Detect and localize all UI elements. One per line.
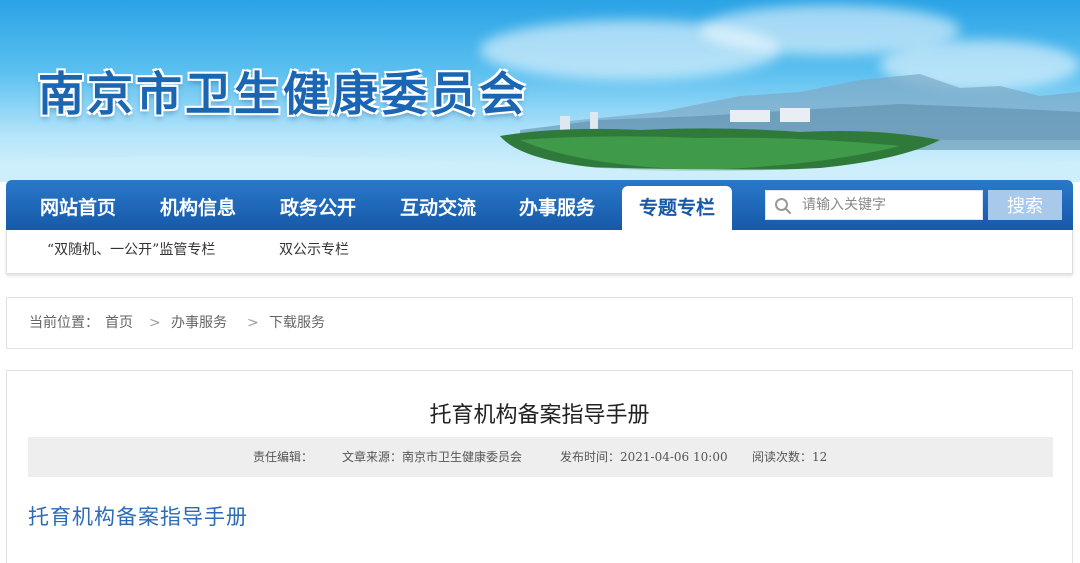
search-icon xyxy=(775,198,791,214)
breadcrumb: 当前位置： 首页 > 办事服务 > 下载服务 xyxy=(6,297,1073,349)
article-meta-bar: 责任编辑： 文章来源：南京市卫生健康委员会 发布时间：2021-04-06 10… xyxy=(28,437,1053,477)
header-banner: 南京市卫生健康委员会 xyxy=(0,0,1080,182)
subnav-item-double-publicity[interactable]: 双公示专栏 xyxy=(279,230,349,270)
nav-item-interaction[interactable]: 互动交流 xyxy=(386,180,490,230)
nav-item-special-topics[interactable]: 专题专栏 xyxy=(622,186,732,230)
main-nav: 网站首页 机构信息 政务公开 互动交流 办事服务 专题专栏 搜索 xyxy=(6,180,1073,230)
search-input[interactable] xyxy=(802,191,980,219)
sub-nav: “双随机、一公开”监管专栏 双公示专栏 xyxy=(6,230,1073,274)
breadcrumb-link-downloads[interactable]: 下载服务 xyxy=(269,298,325,348)
breadcrumb-prefix: 当前位置： xyxy=(29,315,99,331)
meta-views: 阅读次数：12 xyxy=(752,450,828,464)
meta-editor: 责任编辑： xyxy=(253,450,314,464)
breadcrumb-link-home[interactable]: 首页 xyxy=(105,298,133,348)
site-title: 南京市卫生健康委员会 xyxy=(38,67,528,121)
nav-item-org-info[interactable]: 机构信息 xyxy=(146,180,250,230)
article-title: 托育机构备案指导手册 xyxy=(429,403,650,428)
meta-publish-time: 发布时间：2021-04-06 10:00 xyxy=(560,450,728,464)
search-button[interactable]: 搜索 xyxy=(988,190,1062,220)
article-panel: 托育机构备案指导手册 责任编辑： 文章来源：南京市卫生健康委员会 发布时间：20… xyxy=(6,370,1073,563)
breadcrumb-separator: > xyxy=(149,315,161,331)
nav-item-services[interactable]: 办事服务 xyxy=(505,180,609,230)
meta-source: 文章来源：南京市卫生健康委员会 xyxy=(342,450,523,464)
search-box xyxy=(765,190,983,220)
subnav-item-double-random[interactable]: “双随机、一公开”监管专栏 xyxy=(47,230,215,270)
nav-item-gov-affairs[interactable]: 政务公开 xyxy=(266,180,370,230)
breadcrumb-separator: > xyxy=(247,315,259,331)
nav-item-home[interactable]: 网站首页 xyxy=(26,180,130,230)
article-body-heading: 托育机构备案指导手册 xyxy=(28,505,248,529)
breadcrumb-link-services[interactable]: 办事服务 xyxy=(171,298,227,348)
